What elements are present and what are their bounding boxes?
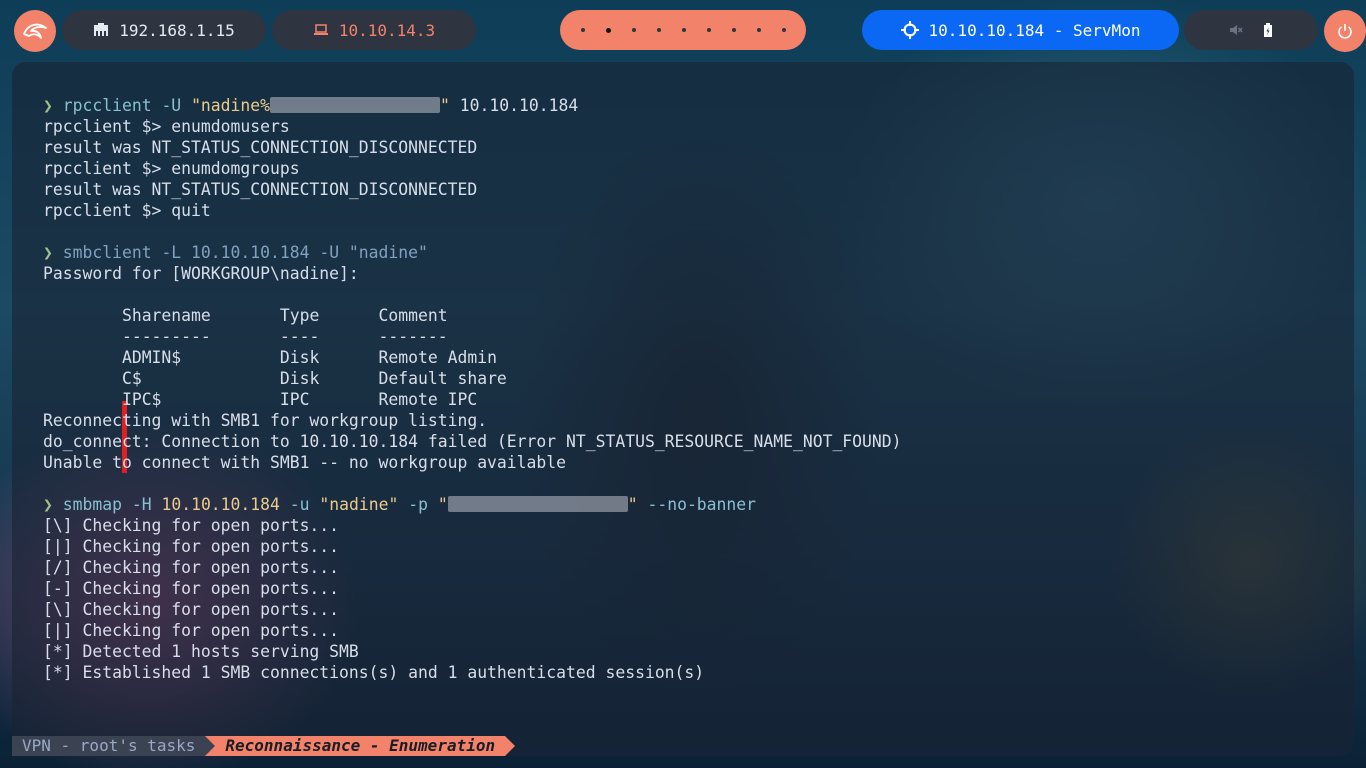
output-line: result was NT_STATUS_CONNECTION_DISCONNE… xyxy=(43,138,478,157)
output-line: Unable to connect with SMB1 -- no workgr… xyxy=(43,453,567,472)
redacted-password xyxy=(270,97,441,113)
output-line: Reconnecting with SMB1 for workgroup lis… xyxy=(43,411,488,430)
workspace-dot-7[interactable] xyxy=(731,28,736,32)
command-line-rpcclient: ❯ rpcclient -U "nadine% " 10.10.10.184 xyxy=(43,95,902,116)
command-name: smbclient xyxy=(62,243,152,262)
volume-muted-icon[interactable] xyxy=(1229,23,1243,37)
output-line: rpcclient $> quit xyxy=(43,201,211,220)
prompt-symbol: ❯ xyxy=(43,96,53,115)
command-host: 10.10.10.184 xyxy=(459,96,579,115)
terminal-window[interactable]: ❯ rpcclient -U "nadine% " 10.10.10.184 rp… xyxy=(12,62,1354,756)
workspace-switcher[interactable] xyxy=(560,10,806,50)
credential-prefix: "nadine% xyxy=(191,96,271,115)
credential-suffix: " xyxy=(440,96,450,115)
workspace-dot-8[interactable] xyxy=(756,28,761,32)
command-name: rpcclient xyxy=(62,96,152,115)
target-label: 10.10.10.184 - ServMon xyxy=(928,20,1141,40)
share-table-header: Sharename Type Comment xyxy=(43,306,448,325)
powerline-separator xyxy=(205,736,216,756)
workspace-dot-6[interactable] xyxy=(706,28,711,32)
laptop-icon xyxy=(313,24,328,35)
ethernet-icon xyxy=(94,23,109,36)
terminal-output[interactable]: ❯ rpcclient -U "nadine% " 10.10.10.184 rp… xyxy=(43,95,902,683)
output-line: [/] Checking for open ports... xyxy=(43,558,340,577)
output-line: [-] Checking for open ports... xyxy=(43,579,340,598)
output-line: [|] Checking for open ports... xyxy=(43,621,340,640)
local-ip-widget[interactable]: 192.168.1.15 xyxy=(62,10,266,50)
output-line: rpcclient $> enumdomgroups xyxy=(43,159,300,178)
share-row: IPC$ IPC Remote IPC xyxy=(43,390,478,409)
command-line-smbclient: ❯ smbclient -L 10.10.10.184 -U "nadine" xyxy=(43,242,902,263)
battery-icon[interactable] xyxy=(1263,23,1273,37)
output-line: [\] Checking for open ports... xyxy=(43,600,340,619)
workspace-dot-9[interactable] xyxy=(781,28,786,32)
command-host: 10.10.10.184 xyxy=(161,495,280,514)
local-ip-text: 192.168.1.15 xyxy=(119,20,235,40)
command-line-smbmap: ❯ smbmap -H 10.10.10.184 -u "nadine" -p … xyxy=(43,494,902,515)
output-line: [\] Checking for open ports... xyxy=(43,516,340,535)
command-flag: -U xyxy=(161,96,182,115)
share-row: ADMIN$ Disk Remote Admin xyxy=(43,348,497,367)
workspace-dot-4[interactable] xyxy=(656,28,661,32)
workspace-dot-5[interactable] xyxy=(681,28,686,32)
share-row: C$ Disk Default share xyxy=(43,369,507,388)
system-tray[interactable] xyxy=(1184,10,1318,50)
output-line: result was NT_STATUS_CONNECTION_DISCONNE… xyxy=(43,180,478,199)
output-line: do_connect: Connection to 10.10.10.184 f… xyxy=(43,432,902,451)
output-line: [*] Detected 1 hosts serving SMB xyxy=(43,642,359,661)
share-table-rule: --------- ---- ------- xyxy=(43,327,448,346)
kali-logo-button[interactable] xyxy=(14,10,56,52)
output-line: rpcclient $> enumdomusers xyxy=(43,117,290,136)
output-line: [|] Checking for open ports... xyxy=(43,537,340,556)
password-suffix: " xyxy=(627,495,638,514)
command-flag: -p xyxy=(408,495,428,514)
workspace-dot-1[interactable] xyxy=(580,28,585,32)
output-line: [*] Established 1 SMB connections(s) and… xyxy=(43,663,705,682)
vpn-ip-text: 10.10.14.3 xyxy=(338,20,436,40)
power-icon xyxy=(1338,24,1352,39)
command-flag: -H xyxy=(131,495,152,514)
command-name: smbmap xyxy=(62,495,122,514)
powerline-separator xyxy=(505,736,516,756)
password-prefix: " xyxy=(437,495,448,514)
workspace-dot-2-active[interactable] xyxy=(605,27,611,33)
command-flag: --no-banner xyxy=(647,495,757,514)
crosshair-icon xyxy=(900,21,919,39)
vpn-ip-widget[interactable]: 10.10.14.3 xyxy=(272,10,476,50)
command-flag: -u xyxy=(289,495,310,514)
command-user: "nadine" xyxy=(319,495,399,514)
prompt-symbol: ❯ xyxy=(43,495,53,514)
top-bar: 192.168.1.15 10.10.14.3 10.10.10.184 - S… xyxy=(0,0,1366,60)
redacted-password xyxy=(447,496,628,512)
power-button[interactable] xyxy=(1324,10,1366,52)
command-args: -L 10.10.10.184 -U "nadine" xyxy=(161,243,428,262)
tmux-window-label[interactable]: Reconnaissance - Enumeration xyxy=(215,736,506,756)
tmux-session-label[interactable]: VPN - root's tasks xyxy=(12,736,206,756)
workspace-dot-3[interactable] xyxy=(631,28,636,32)
target-widget[interactable]: 10.10.10.184 - ServMon xyxy=(862,10,1179,50)
output-line: Password for [WORKGROUP\nadine]: xyxy=(43,264,359,283)
tmux-status-bar: VPN - root's tasks Reconnaissance - Enum… xyxy=(12,736,516,756)
kali-dragon-icon xyxy=(23,23,47,39)
prompt-symbol: ❯ xyxy=(43,243,53,262)
